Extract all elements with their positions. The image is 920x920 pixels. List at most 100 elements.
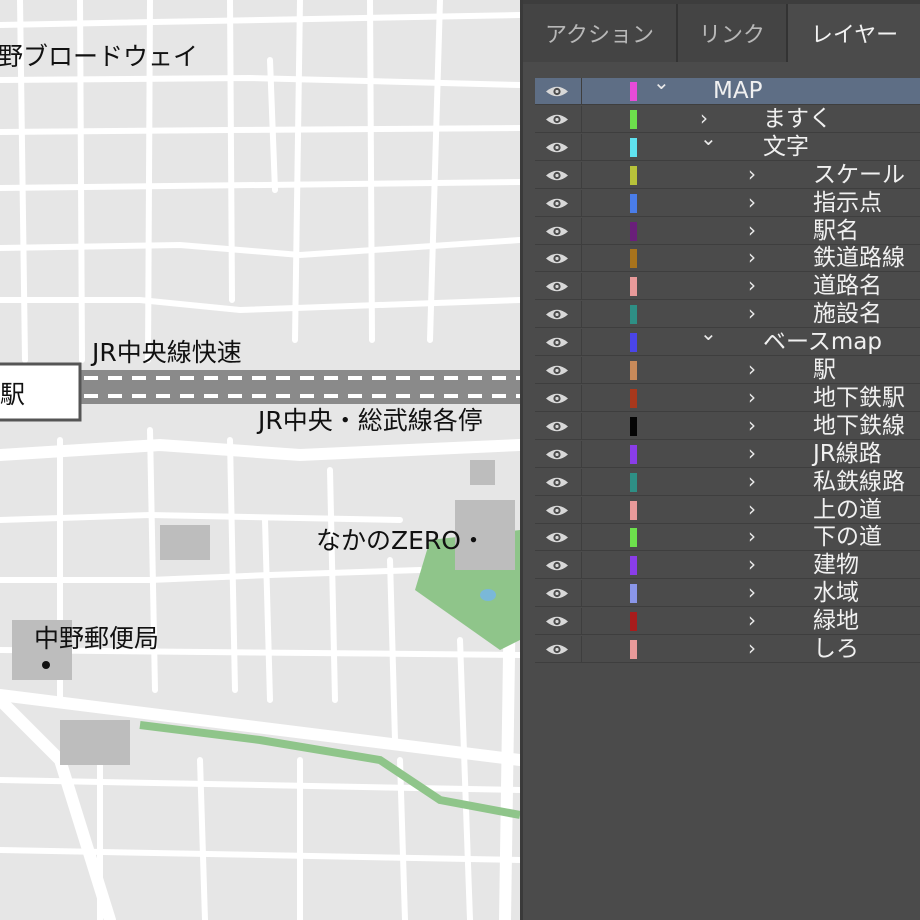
layer-color-swatch: [630, 640, 637, 659]
chevron-right-icon[interactable]: ›: [700, 108, 708, 128]
eye-icon[interactable]: [545, 363, 569, 378]
chevron-down-icon[interactable]: ⌄: [700, 323, 717, 343]
eye-icon[interactable]: [545, 586, 569, 601]
layer-color-swatch: [630, 361, 637, 380]
pond: [480, 589, 496, 601]
chevron-right-icon[interactable]: ›: [748, 415, 756, 435]
label-jr-local: JR中央・総武線各停: [258, 406, 483, 435]
row-separator: [581, 496, 582, 524]
eye-icon[interactable]: [545, 447, 569, 462]
layer-color-swatch: [630, 500, 637, 520]
layer-row[interactable]: › 私鉄線路: [535, 468, 920, 496]
chevron-down-icon[interactable]: ⌄: [653, 72, 670, 92]
layer-row[interactable]: › 下の道: [535, 524, 920, 552]
eye-icon[interactable]: [545, 84, 569, 99]
layer-row[interactable]: › 建物: [535, 552, 920, 580]
chevron-right-icon[interactable]: ›: [748, 471, 756, 491]
chevron-right-icon[interactable]: ›: [748, 220, 756, 240]
chevron-right-icon[interactable]: ›: [748, 192, 756, 212]
layer-row[interactable]: › 緑地: [535, 608, 920, 636]
layer-name: スケール: [813, 161, 905, 188]
layer-row[interactable]: ⌄ MAP: [535, 72, 920, 105]
layer-row[interactable]: › 施設名: [535, 301, 920, 329]
chevron-right-icon[interactable]: ›: [748, 554, 756, 574]
chevron-right-icon[interactable]: ›: [748, 526, 756, 546]
layer-name: ベースmap: [763, 329, 882, 356]
label-jr-rapid: JR中央線快速: [92, 338, 242, 367]
tab-actions[interactable]: アクション: [523, 4, 678, 62]
layer-row[interactable]: › 道路名: [535, 273, 920, 301]
eye-icon[interactable]: [545, 251, 569, 266]
eye-icon[interactable]: [545, 530, 569, 545]
chevron-down-icon[interactable]: ⌄: [700, 128, 717, 148]
chevron-right-icon[interactable]: ›: [748, 387, 756, 407]
eye-icon[interactable]: [545, 503, 569, 518]
layer-name: 文字: [763, 133, 809, 160]
chevron-right-icon[interactable]: ›: [748, 164, 756, 184]
eye-icon[interactable]: [545, 279, 569, 294]
eye-icon[interactable]: [545, 391, 569, 406]
chevron-right-icon[interactable]: ›: [748, 275, 756, 295]
layer-row[interactable]: › しろ: [535, 636, 920, 663]
eye-icon[interactable]: [545, 475, 569, 490]
layer-row[interactable]: › 鉄道路線: [535, 245, 920, 273]
layer-color-swatch: [630, 305, 637, 325]
eye-icon[interactable]: [545, 168, 569, 183]
layer-row[interactable]: ⌄ ベースmap: [535, 323, 920, 357]
eye-icon[interactable]: [545, 307, 569, 322]
layer-row[interactable]: › スケール: [535, 161, 920, 189]
eye-icon[interactable]: [545, 140, 569, 155]
layer-row[interactable]: › 駅名: [535, 217, 920, 245]
chevron-right-icon[interactable]: ›: [748, 303, 756, 323]
layer-row[interactable]: › 地下鉄駅: [535, 384, 920, 412]
row-separator: [581, 357, 582, 384]
eye-icon[interactable]: [545, 196, 569, 211]
railway-bed: [60, 370, 520, 404]
label-station: 駅: [0, 380, 26, 409]
row-separator: [581, 161, 582, 189]
layer-color-swatch: [630, 444, 637, 464]
layer-color-swatch: [630, 416, 637, 436]
eye-icon[interactable]: [545, 335, 569, 350]
layer-row[interactable]: › 上の道: [535, 496, 920, 524]
layer-name: 駅名: [813, 217, 859, 244]
layer-name: 上の道: [813, 496, 882, 523]
layer-row[interactable]: › JR線路: [535, 440, 920, 468]
chevron-right-icon[interactable]: ›: [748, 499, 756, 519]
chevron-right-icon[interactable]: ›: [748, 443, 756, 463]
tab-layers[interactable]: レイヤー: [788, 4, 920, 62]
layer-color-swatch: [630, 277, 637, 297]
eye-icon[interactable]: [545, 224, 569, 239]
chevron-right-icon[interactable]: ›: [748, 359, 756, 379]
chevron-right-icon[interactable]: ›: [748, 610, 756, 630]
eye-icon[interactable]: [545, 419, 569, 434]
tab-links[interactable]: リンク: [678, 4, 788, 62]
layer-color-swatch: [630, 388, 637, 408]
chevron-right-icon[interactable]: ›: [748, 638, 756, 658]
layers-panel: アクション リンク レイヤー ⌄ MAP › ますく ⌄ 文字 › スケール › 指示点 › 駅名 › 鉄…: [520, 0, 920, 920]
layer-row[interactable]: › 地下鉄線: [535, 412, 920, 440]
chevron-right-icon[interactable]: ›: [748, 247, 756, 267]
layer-row[interactable]: › 指示点: [535, 189, 920, 217]
eye-icon[interactable]: [545, 112, 569, 127]
chevron-right-icon[interactable]: ›: [748, 582, 756, 602]
layer-name: MAP: [713, 78, 763, 104]
layer-name: 施設名: [813, 301, 882, 328]
eye-icon[interactable]: [545, 642, 569, 657]
eye-icon[interactable]: [545, 558, 569, 573]
label-broadway: 野ブロードウェイ: [0, 42, 199, 71]
label-post-office: 中野郵便局: [34, 624, 160, 653]
layer-row[interactable]: › 駅: [535, 357, 920, 384]
row-separator: [581, 189, 582, 217]
layer-row[interactable]: ⌄ 文字: [535, 128, 920, 161]
layer-name: 私鉄線路: [813, 468, 905, 495]
row-separator: [581, 608, 582, 636]
layer-row[interactable]: › ますく: [535, 105, 920, 133]
layer-name: ますく: [763, 105, 832, 132]
map-canvas[interactable]: 野ブロードウェイ JR中央線快速 駅 JR中央・総武線各停 なかのZERO・ 中…: [0, 0, 520, 920]
layer-color-swatch: [630, 165, 637, 185]
row-separator: [581, 301, 582, 329]
row-separator: [581, 105, 582, 133]
layer-row[interactable]: › 水域: [535, 580, 920, 608]
eye-icon[interactable]: [545, 614, 569, 629]
